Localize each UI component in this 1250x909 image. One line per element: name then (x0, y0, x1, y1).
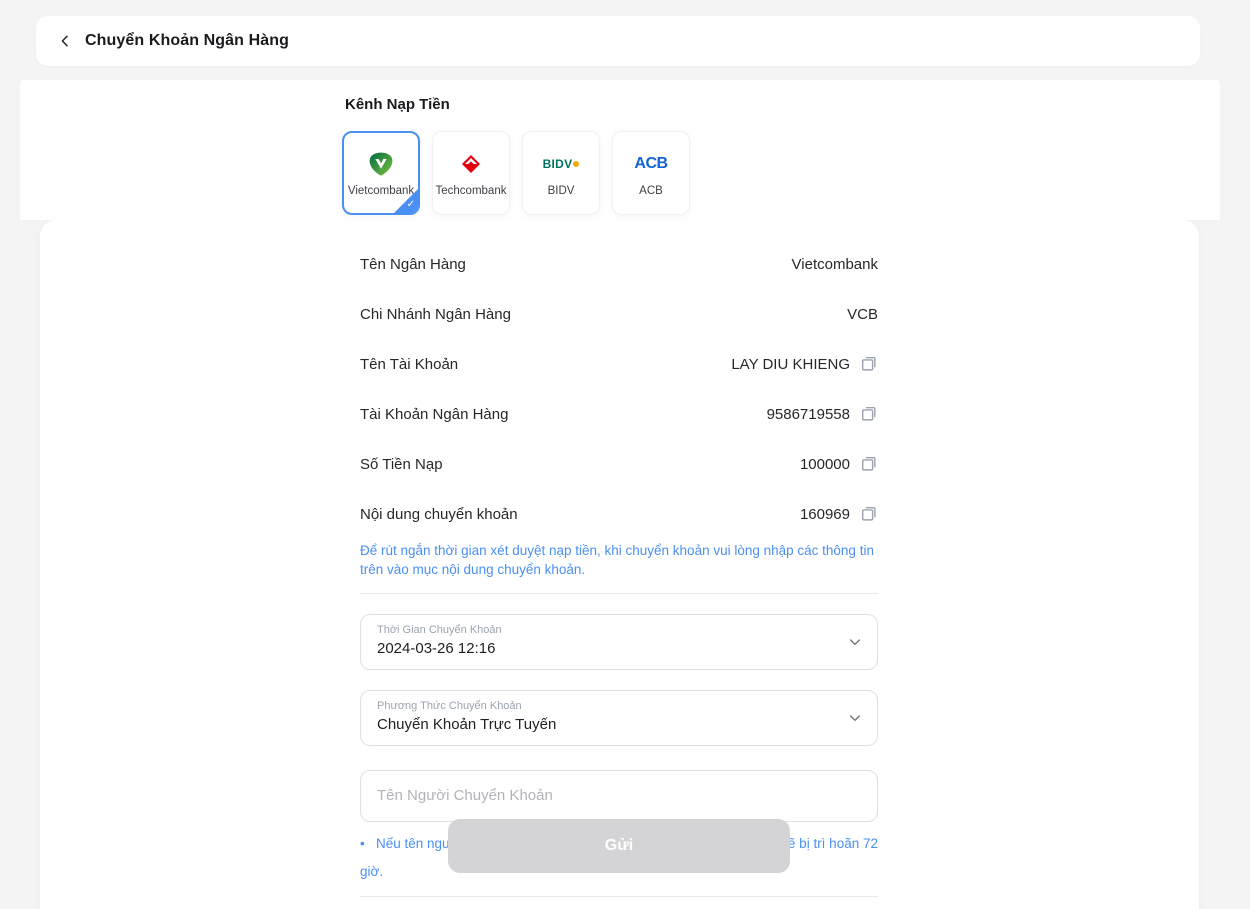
transfer-time-select[interactable]: Thời Gian Chuyển Khoản 2024-03-26 12:16 (360, 614, 878, 670)
transfer-note: Để rút ngắn thời gian xét duyệt nạp tiền… (360, 541, 878, 579)
page-header: Chuyển Khoản Ngân Hàng (36, 16, 1200, 66)
bullet-icon: • (360, 830, 376, 858)
acb-logo-icon: ACB (634, 150, 667, 178)
bank-option-bidv[interactable]: BIDV BIDV (522, 131, 600, 215)
transfer-method-select[interactable]: Phương Thức Chuyển Khoản Chuyển Khoản Tr… (360, 690, 878, 746)
bank-option-label: ACB (639, 185, 663, 197)
bank-option-label: Techcombank (436, 185, 507, 197)
transfer-detail-card: Tên Ngân Hàng Vietcombank Chi Nhánh Ngân… (40, 220, 1199, 909)
back-button[interactable] (56, 32, 74, 50)
vietcombank-logo-icon (368, 150, 394, 178)
sender-name-input[interactable] (360, 770, 878, 822)
bank-transfer-page: Chuyển Khoản Ngân Hàng Kênh Nạp Tiền (0, 0, 1250, 909)
copy-icon[interactable] (860, 405, 878, 423)
detail-row-account-number: Tài Khoản Ngân Hàng 9586719558 (360, 389, 878, 439)
bank-option-list: Vietcombank ✓ Techcombank BIDV BIDV (342, 131, 690, 215)
bidv-logo-icon: BIDV (543, 150, 580, 178)
detail-row-transfer-content: Nội dung chuyển khoản 160969 (360, 489, 878, 539)
transfer-detail-content: Tên Ngân Hàng Vietcombank Chi Nhánh Ngân… (360, 220, 878, 905)
detail-row-bank-name: Tên Ngân Hàng Vietcombank (360, 239, 878, 289)
copy-icon[interactable] (860, 505, 878, 523)
bank-option-vietcombank[interactable]: Vietcombank ✓ (342, 131, 420, 215)
bank-option-techcombank[interactable]: Techcombank (432, 131, 510, 215)
transfer-time-label: Thời Gian Chuyển Khoản (377, 624, 833, 636)
bank-option-label: BIDV (548, 185, 575, 197)
divider (360, 896, 878, 897)
divider (360, 593, 878, 594)
detail-row-account-name: Tên Tài Khoản LAY DIU KHIENG (360, 339, 878, 389)
deposit-channel-title: Kênh Nạp Tiền (345, 96, 450, 113)
submit-button[interactable]: Gửi (448, 819, 790, 873)
copy-icon[interactable] (860, 355, 878, 373)
deposit-channel-section: Kênh Nạp Tiền Vietcombank ✓ (20, 80, 1220, 220)
page-title: Chuyển Khoản Ngân Hàng (85, 32, 289, 50)
transfer-time-value: 2024-03-26 12:16 (377, 640, 833, 657)
chevron-down-icon (847, 634, 863, 650)
chevron-down-icon (847, 710, 863, 726)
bidv-flower-icon (573, 161, 579, 167)
warning-text-end: sẽ bị trì hoãn 72 (781, 830, 878, 858)
copy-icon[interactable] (860, 455, 878, 473)
detail-row-branch: Chi Nhánh Ngân Hàng VCB (360, 289, 878, 339)
detail-rows: Tên Ngân Hàng Vietcombank Chi Nhánh Ngân… (360, 220, 878, 539)
techcombank-logo-icon (459, 150, 483, 178)
detail-row-amount: Số Tiền Nạp 100000 (360, 439, 878, 489)
bank-option-label: Vietcombank (348, 185, 414, 197)
chevron-left-icon (58, 34, 72, 48)
transfer-method-label: Phương Thức Chuyển Khoản (377, 700, 833, 712)
bank-option-acb[interactable]: ACB ACB (612, 131, 690, 215)
transfer-method-value: Chuyển Khoản Trực Tuyến (377, 716, 833, 733)
